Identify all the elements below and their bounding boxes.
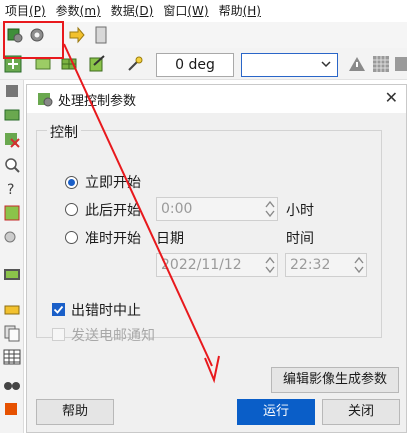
start-now-radio[interactable]	[65, 176, 78, 189]
menu-project[interactable]: 项目(P)	[0, 0, 51, 22]
magic-wand-icon[interactable]	[126, 55, 144, 73]
edit-image-params-button[interactable]: 编辑影像生成参数	[271, 367, 399, 393]
stop-on-error-checkbox[interactable]	[52, 303, 65, 316]
checkmark-icon	[53, 305, 64, 314]
close-icon[interactable]: ✕	[385, 90, 398, 106]
time-label: 时间	[286, 231, 314, 247]
layer-combobox[interactable]	[241, 53, 338, 77]
remove-icon[interactable]	[3, 130, 21, 148]
search-icon[interactable]	[3, 230, 21, 248]
menu-data[interactable]: 数据(D)	[106, 0, 159, 22]
arrow-right-icon[interactable]	[68, 26, 86, 44]
start-now-label: 立即开始	[85, 175, 141, 191]
stop-on-error-label: 出错时中止	[71, 303, 141, 319]
camera-icon[interactable]	[3, 106, 21, 124]
monitor-icon[interactable]	[3, 266, 21, 284]
pyramid-icon[interactable]	[3, 82, 21, 100]
menu-help[interactable]: 帮助(H)	[214, 0, 266, 22]
date-input[interactable]: 2022/11/12	[156, 253, 278, 277]
menu-window[interactable]: 窗口(W)	[158, 0, 213, 22]
left-tool-strip: ?	[0, 80, 24, 433]
table-icon[interactable]	[3, 348, 21, 366]
fit-extent-icon[interactable]	[3, 204, 21, 222]
binoculars-icon[interactable]	[3, 374, 21, 392]
hours-label: 小时	[286, 203, 314, 219]
highlight-box	[3, 21, 64, 59]
send-email-checkbox[interactable]	[52, 328, 65, 341]
warning-icon[interactable]	[348, 55, 366, 73]
close-button[interactable]: 关闭	[322, 399, 400, 425]
start-at-label: 准时开始	[85, 231, 141, 247]
spin-arrows-icon[interactable]	[265, 199, 275, 219]
document-icon[interactable]	[92, 26, 110, 44]
start-after-time-input[interactable]: 0:00	[156, 197, 278, 221]
dialog-title: 处理控制参数	[58, 94, 137, 109]
zoom-icon[interactable]	[3, 156, 21, 174]
spin-arrows-icon[interactable]	[265, 255, 275, 275]
run-button[interactable]: 运行	[237, 399, 315, 425]
edit-check-icon[interactable]	[88, 55, 106, 73]
print-icon[interactable]	[3, 300, 21, 318]
start-at-radio[interactable]	[65, 231, 78, 244]
menu-parameters[interactable]: 参数(m)	[51, 0, 106, 22]
spin-arrows-icon[interactable]	[354, 255, 364, 275]
chevron-down-icon	[321, 61, 331, 68]
copy-icon[interactable]	[3, 324, 21, 342]
rotation-input[interactable]: 0 deg	[156, 53, 234, 77]
svg-text:?: ?	[7, 182, 14, 198]
dialog-titlebar: 处理控制参数 ✕	[27, 85, 406, 113]
export-icon[interactable]	[3, 400, 21, 418]
help-query-icon[interactable]: ?	[3, 180, 21, 198]
start-after-radio[interactable]	[65, 203, 78, 216]
gear-icon	[38, 93, 53, 107]
list-view-icon[interactable]	[394, 55, 407, 73]
menu-bar: 项目(P) 参数(m) 数据(D) 窗口(W) 帮助(H)	[0, 0, 407, 22]
date-label: 日期	[156, 231, 184, 247]
grid-view-icon[interactable]	[372, 55, 390, 73]
start-after-label: 此后开始	[85, 203, 141, 219]
group-title: 控制	[47, 122, 81, 142]
time-input[interactable]: 22:32	[285, 253, 367, 277]
help-button[interactable]: 帮助	[36, 399, 114, 425]
send-email-label: 发送电邮通知	[71, 328, 155, 344]
